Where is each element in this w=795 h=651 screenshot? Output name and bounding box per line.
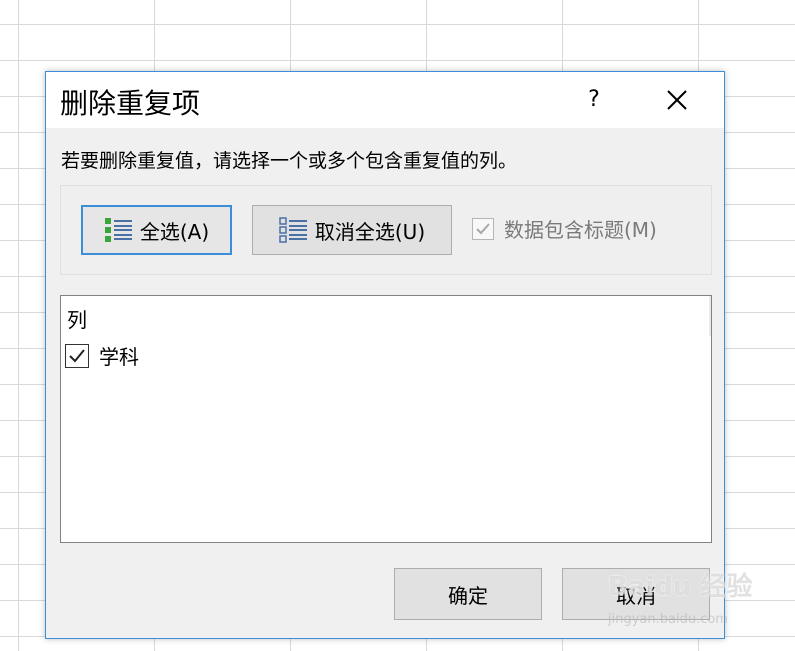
unselect-all-label: 取消全选(U): [314, 219, 426, 244]
selection-toolbar: 全选(A) 取消全选(U) 数据包含标题(M): [60, 185, 712, 275]
close-button[interactable]: [661, 84, 693, 116]
close-icon: [667, 90, 687, 110]
dialog-titlebar: 删除重复项 ?: [46, 72, 724, 128]
help-button[interactable]: ?: [578, 84, 610, 116]
columns-list-header: 列: [67, 308, 87, 332]
check-icon: [69, 348, 85, 362]
column-item-subject[interactable]: 学科: [65, 341, 139, 370]
dialog-title: 删除重复项: [60, 87, 201, 120]
select-all-label: 全选(A): [139, 219, 210, 244]
unselect-all-button[interactable]: 取消全选(U): [252, 205, 452, 255]
unselect-all-icon: [279, 217, 307, 243]
checkbox-box: [472, 217, 494, 240]
column-label: 学科: [99, 345, 139, 369]
data-has-headers-checkbox[interactable]: 数据包含标题(M): [472, 214, 657, 243]
check-icon: [476, 222, 490, 234]
remove-duplicates-dialog: 删除重复项 ? 若要删除重复值，请选择一个或多个包含重复值的列。 全选(A) 取…: [45, 71, 725, 639]
column-checkbox[interactable]: [65, 343, 89, 368]
listbox-scroll-edge: [709, 296, 711, 336]
data-has-headers-label: 数据包含标题(M): [504, 218, 657, 242]
dialog-description: 若要删除重复值，请选择一个或多个包含重复值的列。: [61, 150, 518, 172]
columns-listbox: 列 学科: [60, 295, 712, 543]
cancel-button[interactable]: 取消: [562, 568, 710, 620]
select-all-button[interactable]: 全选(A): [81, 205, 232, 255]
ok-button[interactable]: 确定: [394, 568, 542, 620]
select-all-icon: [104, 218, 132, 242]
